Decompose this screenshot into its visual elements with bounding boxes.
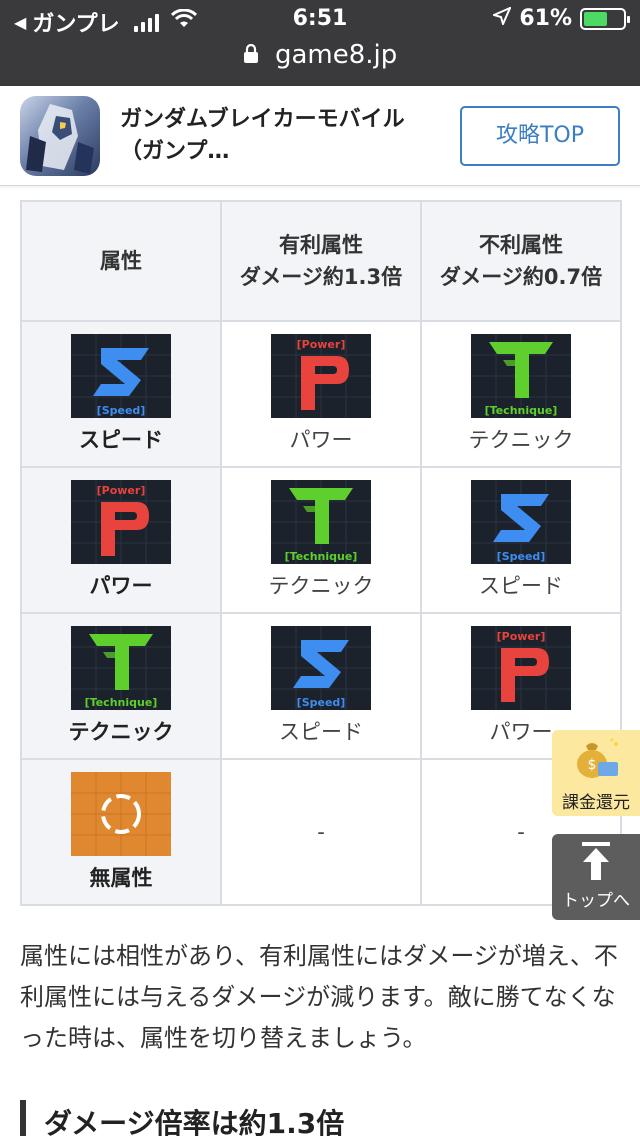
attribute-explanation: 属性には相性があり、有利属性にはダメージが増え、不利属性には与えるダメージが減り… <box>20 942 618 1052</box>
technique-icon[interactable]: [Technique] <box>22 626 220 710</box>
url-text[interactable]: game8.jp <box>275 40 397 70</box>
money-bag-icon: $ <box>552 736 640 786</box>
app-title: ガンダムブレイカーモバイル（ガンプ… <box>120 107 405 164</box>
status-row: ◀ ガンプレ 6:51 61% <box>0 6 640 37</box>
power-icon[interactable]: [Power] <box>222 334 420 418</box>
attribute-cell-label: スピード <box>79 428 163 452</box>
url-bar[interactable]: game8.jp <box>0 40 640 71</box>
table-row: [Speed] スピード [Power] パワー [Technique] テクニック <box>20 320 622 468</box>
attribute-table-wrapper: 属性 有利属性 ダメージ約1.3倍 不利属性 ダメージ約0.7倍 [Speed] スピ… <box>20 200 622 906</box>
browser-status-bar: ◀ ガンプレ 6:51 61% game8.jp <box>0 0 640 86</box>
disadvantage-cell-label: スピード <box>479 574 563 598</box>
disadvantage-cell-label: テクニック <box>468 428 574 452</box>
attribute-table: 属性 有利属性 ダメージ約1.3倍 不利属性 ダメージ約0.7倍 [Speed] スピ… <box>20 200 622 906</box>
app-banner: ガンダムブレイカーモバイル（ガンプ… 攻略TOP <box>0 86 640 186</box>
svg-text:$: $ <box>588 757 597 773</box>
badge-text: [Speed] <box>497 550 546 563</box>
header-advantage: 有利属性 ダメージ約1.3倍 <box>220 200 422 322</box>
speed-icon[interactable]: [Speed] <box>22 334 220 418</box>
attribute-cell-label: 無属性 <box>89 866 153 890</box>
arrow-up-icon <box>552 842 640 884</box>
speed-icon[interactable]: [Speed] <box>222 626 420 710</box>
table-row: [Technique] テクニック [Speed] スピード [Power] パワー <box>20 612 622 760</box>
kakin-kangen-button[interactable]: $ 課金還元 <box>552 730 640 816</box>
advantage-cell-label: テクニック <box>268 574 374 598</box>
section-heading: ダメージ倍率は約1.3倍 <box>20 1100 620 1136</box>
battery-icon <box>580 7 630 30</box>
kakin-label: 課金還元 <box>562 793 630 813</box>
app-icon[interactable] <box>20 96 100 176</box>
badge-text: [Technique] <box>85 696 158 709</box>
disadvantage-cell: [Speed] スピード <box>420 466 622 614</box>
table-row: 無属性 - - <box>20 758 622 906</box>
back-to-top-button[interactable]: トップへ <box>552 834 640 920</box>
advantage-cell-label: スピード <box>279 720 363 744</box>
advantage-cell-label: パワー <box>289 428 353 452</box>
badge-text: [Technique] <box>285 550 358 563</box>
status-right: 61% <box>491 6 630 31</box>
advantage-cell: [Speed] スピード <box>220 612 422 760</box>
strategy-top-button[interactable]: 攻略TOP <box>460 106 620 166</box>
attribute-cell: [Speed] スピード <box>20 320 222 468</box>
attribute-cell: [Power] パワー <box>20 466 222 614</box>
back-to-top-label: トップへ <box>562 891 630 911</box>
attribute-cell-label: パワー <box>89 574 153 598</box>
badge-text: [Speed] <box>97 404 146 417</box>
lock-icon <box>243 41 259 71</box>
table-row: [Power] パワー [Technique] テクニック [Speed] スピード <box>20 466 622 614</box>
advantage-cell: [Technique] テクニック <box>220 466 422 614</box>
badge-text: [Power] <box>297 338 346 351</box>
battery-percent: 61% <box>519 6 572 31</box>
advantage-cell: - <box>220 758 422 906</box>
no-attribute-icon[interactable] <box>22 772 220 856</box>
advantage-cell: [Power] パワー <box>220 320 422 468</box>
table-header-row: 属性 有利属性 ダメージ約1.3倍 不利属性 ダメージ約0.7倍 <box>20 200 622 322</box>
attribute-cell: 無属性 <box>20 758 222 906</box>
badge-text: [Power] <box>497 630 546 643</box>
attribute-cell: [Technique] テクニック <box>20 612 222 760</box>
header-attribute: 属性 <box>20 200 222 322</box>
technique-icon[interactable]: [Technique] <box>222 480 420 564</box>
badge-text: [Power] <box>97 484 146 497</box>
badge-text: [Technique] <box>485 404 558 417</box>
header-disadvantage: 不利属性 ダメージ約0.7倍 <box>420 200 622 322</box>
attribute-cell-label: テクニック <box>68 720 174 744</box>
power-icon[interactable]: [Power] <box>22 480 220 564</box>
advantage-cell-label: - <box>317 820 325 844</box>
speed-icon[interactable]: [Speed] <box>422 480 620 564</box>
badge-text: [Speed] <box>297 696 346 709</box>
power-icon[interactable]: [Power] <box>422 626 620 710</box>
disadvantage-cell: [Technique] テクニック <box>420 320 622 468</box>
technique-icon[interactable]: [Technique] <box>422 334 620 418</box>
location-icon <box>491 6 513 31</box>
